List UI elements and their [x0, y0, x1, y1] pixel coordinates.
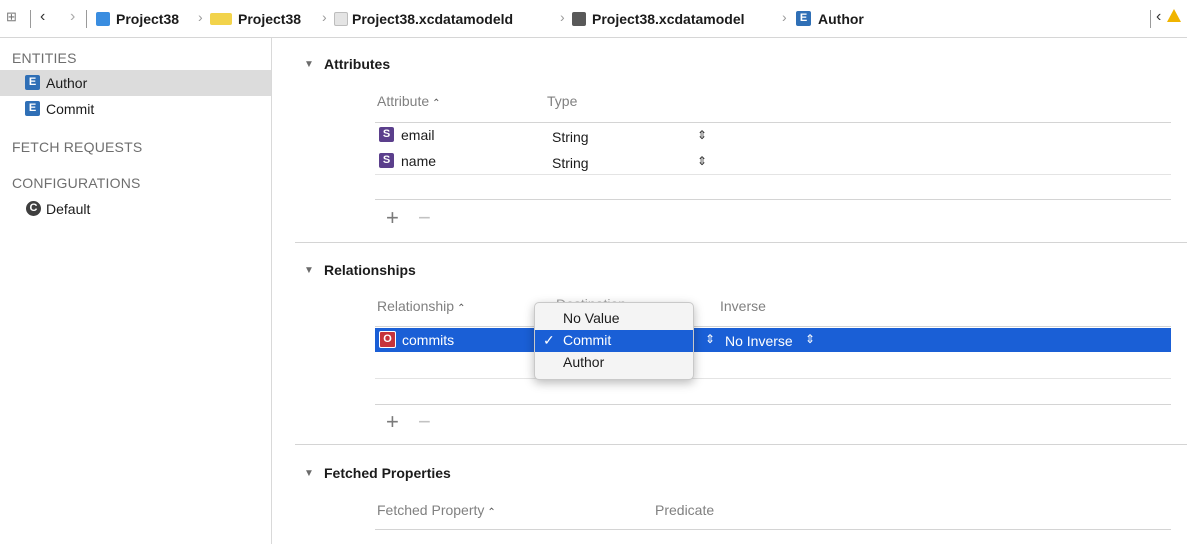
entity-icon: E [796, 11, 811, 26]
attributes-title: Attributes [324, 56, 391, 72]
sidebar-item-label: Commit [46, 101, 95, 117]
disclosure-triangle-icon[interactable]: ▼ [304, 59, 314, 70]
crumb-chevron-icon: › [560, 9, 565, 25]
configuration-icon: C [26, 201, 41, 216]
folder-icon [210, 13, 232, 25]
sidebar-item-default[interactable]: C Default [0, 196, 271, 222]
disclosure-triangle-icon[interactable]: ▼ [304, 468, 314, 479]
crumb-project[interactable]: Project38 [116, 10, 179, 28]
string-type-icon: S [379, 127, 394, 142]
datamodel-file-icon [572, 12, 586, 26]
table-row[interactable]: O commits ⇕ No Inverse ⇕ [375, 328, 1171, 352]
attribute-type[interactable]: String [552, 155, 589, 171]
attribute-name[interactable]: name [401, 153, 436, 169]
sidebar-item-author[interactable]: E Author [0, 70, 271, 96]
crumb-datamodeld[interactable]: Project38.xcdatamodeld [352, 10, 513, 28]
remove-attribute-button[interactable]: − [418, 207, 431, 229]
separator [30, 10, 31, 28]
to-many-relationship-icon: O [379, 331, 396, 348]
disclosure-triangle-icon[interactable]: ▼ [304, 265, 314, 276]
relationship-name[interactable]: commits [402, 332, 454, 348]
separator [1150, 10, 1151, 28]
back-arrow-icon[interactable]: ‹ [40, 8, 45, 26]
string-type-icon: S [379, 153, 394, 168]
add-attribute-button[interactable]: + [386, 207, 399, 229]
table-row[interactable]: S email String ⇕ [375, 123, 1171, 148]
datamodel-bundle-icon [334, 12, 348, 26]
fetch-requests-header: FETCH REQUESTS [12, 139, 143, 155]
previous-issue-icon[interactable]: ‹ [1156, 8, 1161, 26]
app-project-icon [96, 12, 110, 26]
add-relationship-button[interactable]: + [386, 411, 399, 433]
sidebar-item-label: Default [46, 201, 91, 217]
crumb-datamodel[interactable]: Project38.xcdatamodel [592, 10, 745, 28]
sidebar-item-commit[interactable]: E Commit [0, 96, 271, 122]
attribute-name[interactable]: email [401, 127, 434, 143]
warning-icon[interactable] [1167, 9, 1181, 22]
predicate-column-header[interactable]: Predicate [655, 502, 714, 518]
popup-stepper-icon[interactable]: ⇕ [697, 154, 707, 168]
relationships-title: Relationships [324, 262, 416, 278]
popup-stepper-icon[interactable]: ⇕ [697, 128, 707, 142]
table-row[interactable]: S name String ⇕ [375, 149, 1171, 174]
menu-item-author[interactable]: Author [535, 352, 693, 374]
fetched-properties-title: Fetched Properties [324, 465, 451, 481]
entity-icon: E [25, 101, 40, 116]
sort-ascending-icon: ⌃ [457, 303, 466, 314]
destination-popup-menu: No Value ✓ Commit Author [534, 302, 694, 380]
checkmark-icon: ✓ [543, 332, 555, 348]
sort-ascending-icon: ⌃ [432, 98, 441, 109]
crumb-chevron-icon: › [782, 9, 787, 25]
inverse-value[interactable]: No Inverse [725, 333, 793, 349]
menu-item-no-value[interactable]: No Value [535, 308, 693, 330]
inverse-column-header[interactable]: Inverse [720, 298, 766, 314]
jump-bar: ⊞ ‹ › Project38 › Project38 › Project38.… [0, 0, 1187, 38]
popup-stepper-icon[interactable]: ⇕ [705, 332, 715, 346]
entity-icon: E [25, 75, 40, 90]
type-column-header[interactable]: Type [547, 93, 577, 109]
crumb-entity[interactable]: Author [818, 10, 864, 28]
attribute-column-header[interactable]: Attribute ⌃ [377, 93, 441, 109]
sidebar-item-label: Author [46, 75, 88, 91]
separator [86, 10, 87, 28]
sort-ascending-icon: ⌃ [487, 507, 496, 518]
crumb-chevron-icon: › [322, 9, 327, 25]
menu-item-commit[interactable]: ✓ Commit [535, 330, 693, 352]
entities-header: ENTITIES [12, 50, 77, 66]
crumb-group[interactable]: Project38 [238, 10, 301, 28]
configurations-header: CONFIGURATIONS [12, 175, 141, 191]
forward-arrow-icon[interactable]: › [70, 8, 75, 26]
relationship-column-header[interactable]: Relationship ⌃ [377, 298, 465, 314]
attribute-type[interactable]: String [552, 129, 589, 145]
fetched-property-column-header[interactable]: Fetched Property ⌃ [377, 502, 496, 518]
crumb-chevron-icon: › [198, 9, 203, 25]
entity-sidebar: ENTITIES E Author E Commit FETCH REQUEST… [0, 38, 272, 544]
remove-relationship-button[interactable]: − [418, 411, 431, 433]
popup-stepper-icon[interactable]: ⇕ [805, 332, 815, 346]
related-items-icon[interactable]: ⊞ [6, 9, 17, 25]
